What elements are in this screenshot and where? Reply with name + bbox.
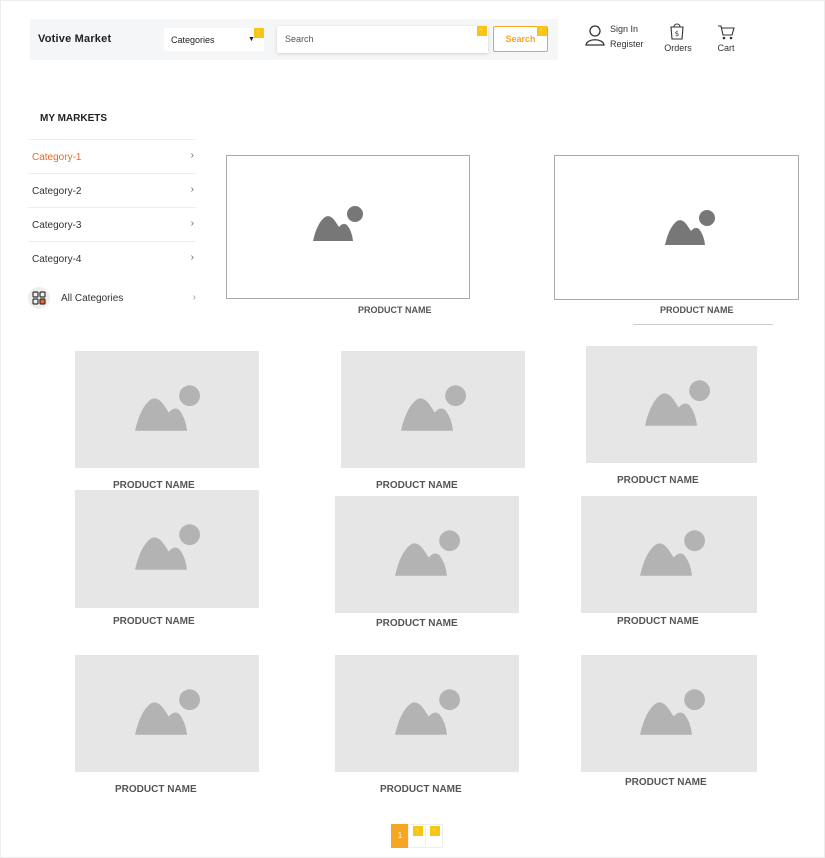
product-image-placeholder [586,346,757,463]
sidebar-category-list: Category-1 › Category-2 › Category-3 › C… [28,139,196,275]
image-placeholder-icon [395,689,460,735]
cart-label: Cart [717,43,735,53]
bolt-badge-icon: ⚡ [430,826,440,836]
category-select[interactable]: Categories ▼ [164,28,264,51]
image-placeholder-icon [640,530,705,576]
product-name: PRODUCT NAME [380,784,462,795]
product-name: PRODUCT NAME [358,305,432,315]
product-name: PRODUCT NAME [660,305,734,315]
product-image-placeholder [581,655,757,772]
cart-icon [717,24,735,40]
cart-link[interactable]: Cart [712,24,740,56]
search-box [277,26,490,53]
account-menu[interactable]: Sign In Register [584,23,646,53]
product-card[interactable]: PRODUCT NAME [586,346,757,486]
sign-in-link[interactable]: Sign In [610,24,638,34]
image-placeholder-icon [401,385,466,431]
sidebar-item-category-1[interactable]: Category-1 › [28,139,196,173]
site-logo[interactable]: Votive Market [38,33,111,45]
chevron-right-icon: › [190,218,194,229]
all-categories-label: All Categories [61,293,124,304]
chevron-right-icon: › [190,184,194,195]
product-card[interactable]: PRODUCT NAME [581,496,757,636]
image-placeholder-icon [135,385,200,431]
product-card[interactable]: PRODUCT NAME [335,655,519,800]
image-placeholder-icon [313,206,363,241]
image-placeholder-icon [135,524,200,570]
image-placeholder-icon [645,380,710,426]
featured-product-card[interactable]: PRODUCT NAME [554,155,799,320]
product-image-placeholder [341,351,525,468]
sidebar-item-label: Category-2 [32,186,82,197]
product-image-placeholder [75,351,259,468]
featured-product-card[interactable]: PRODUCT NAME [226,155,470,320]
product-image-placeholder [75,490,259,608]
image-placeholder-icon [135,689,200,735]
product-name: PRODUCT NAME [625,777,707,788]
orders-bag-icon: $ [669,23,685,40]
product-name: PRODUCT NAME [617,616,699,627]
divider [633,324,773,325]
product-card[interactable]: PRODUCT NAME [75,655,259,800]
product-name: PRODUCT NAME [376,480,458,491]
register-link[interactable]: Register [610,39,644,49]
product-name: PRODUCT NAME [113,616,195,627]
image-placeholder-icon [640,689,705,735]
search-input[interactable] [277,26,490,51]
product-image-placeholder [335,655,519,772]
image-placeholder-icon [395,530,460,576]
svg-text:$: $ [675,30,679,38]
bolt-badge-icon: ⚡ [477,26,487,36]
product-card[interactable]: PRODUCT NAME [335,496,519,636]
grid-icon [28,287,50,309]
sidebar-item-label: Category-1 [32,152,82,163]
product-image-placeholder [335,496,519,613]
sidebar-item-label: Category-4 [32,254,82,265]
bolt-badge-icon: ⚡ [537,26,547,36]
sidebar-item-label: Category-3 [32,220,82,231]
product-card[interactable]: PRODUCT NAME [75,490,259,630]
bolt-badge-icon: ⚡ [254,28,264,38]
chevron-right-icon: › [190,252,194,263]
sidebar-item-category-2[interactable]: Category-2 › [28,173,196,207]
sidebar-item-all-categories[interactable]: All Categories › [28,287,196,311]
product-card[interactable]: PRODUCT NAME [581,655,757,795]
chevron-right-icon: › [192,292,196,303]
product-image-placeholder [581,496,757,613]
product-image-placeholder [75,655,259,772]
orders-label: Orders [664,43,692,53]
sidebar-item-category-3[interactable]: Category-3 › [28,207,196,241]
product-name: PRODUCT NAME [115,784,197,795]
product-card[interactable]: PRODUCT NAME [341,351,525,491]
sidebar-item-category-4[interactable]: Category-4 › [28,241,196,275]
product-name: PRODUCT NAME [617,475,699,486]
pagination-page-current[interactable]: 1 [391,824,409,848]
chevron-right-icon: › [190,150,194,161]
image-placeholder-icon [665,210,715,245]
product-card[interactable]: PRODUCT NAME [75,351,259,491]
orders-link[interactable]: $ Orders [662,23,694,55]
category-select-label: Categories [171,35,215,45]
product-name: PRODUCT NAME [376,618,458,629]
sidebar-title: MY MARKETS [40,113,108,124]
product-image-placeholder [226,155,470,299]
bolt-badge-icon: ⚡ [413,826,423,836]
product-image-placeholder [554,155,799,300]
user-icon [584,24,606,46]
